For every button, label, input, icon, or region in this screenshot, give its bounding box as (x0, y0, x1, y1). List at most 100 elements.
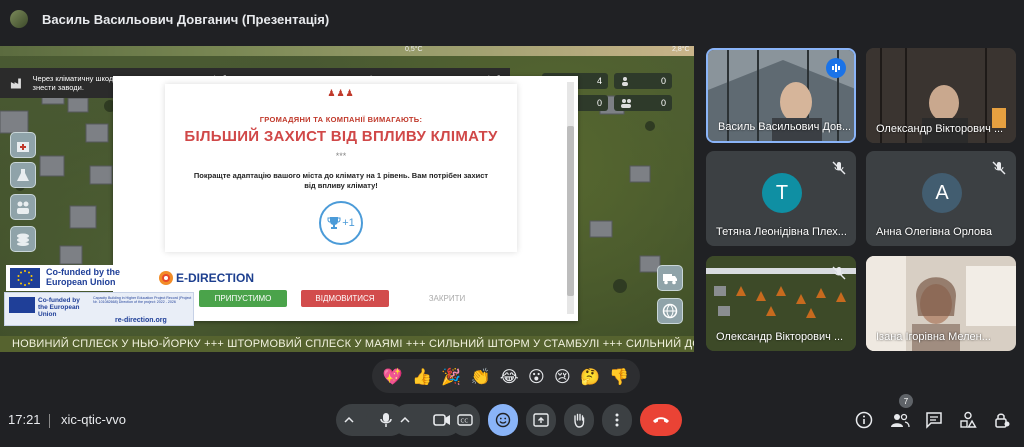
more-vertical-icon (615, 413, 619, 427)
participant-name: Тетяна Леонідівна Плех... (716, 226, 847, 238)
activities-button[interactable] (957, 409, 979, 431)
project-url[interactable]: re-direction.org (115, 317, 167, 324)
e-direction-text: E-DIRECTION (176, 271, 254, 285)
truck-icon (663, 274, 677, 285)
accept-button[interactable]: ПРИПУСТИМО (199, 290, 287, 307)
eu-banner-text: Co-funded by the European Union (38, 297, 80, 319)
people-button[interactable] (889, 409, 911, 431)
present-screen-icon (533, 413, 549, 427)
participant-tile[interactable]: T Тетяна Леонідівна Плех... (706, 151, 856, 246)
event-kicker: ГРОМАДЯНИ ТА КОМПАНІЇ ВИМАГАЮТЬ: (259, 115, 423, 124)
reaction-laugh[interactable]: 😂 (500, 367, 519, 386)
lock-person-icon (995, 413, 1010, 428)
chevron-up-icon[interactable] (400, 415, 410, 425)
news-ticker: НОВИНИЙ СПЛЕСК У НЬЮ-ЙОРКУ +++ ШТОРМОВИЙ… (0, 336, 694, 352)
chat-icon (926, 412, 942, 429)
host-controls-button[interactable] (991, 409, 1013, 431)
hospital-button[interactable] (10, 132, 36, 158)
decline-button[interactable]: ВІДМОВИТИСЯ (301, 290, 389, 307)
activities-icon (960, 411, 977, 428)
present-button[interactable] (526, 404, 556, 436)
participant-count-badge: 7 (899, 394, 913, 408)
presenter-avatar (10, 10, 28, 28)
reaction-thumbs-down[interactable]: 👎 (609, 367, 629, 386)
reaction-sad[interactable]: 😢 (554, 367, 571, 386)
transport-button[interactable] (657, 265, 683, 291)
reaction-heart[interactable]: 💖 (383, 367, 403, 386)
chevron-up-icon[interactable] (344, 415, 354, 425)
participant-name: Василь Васильович Дов... (718, 121, 850, 133)
top-bar: Василь Васильович Довганич (Презентація) (0, 0, 1024, 38)
trophy-icon (327, 217, 341, 230)
hospital-icon (17, 142, 29, 152)
leave-call-button[interactable] (640, 404, 682, 436)
eu-flag-icon (9, 297, 35, 313)
stat-value: 0 (596, 98, 602, 108)
temperature-label: 0,5°C (405, 46, 423, 53)
citizens-icon (17, 201, 29, 214)
e-direction-mark-icon (159, 271, 173, 285)
presenter-title: Василь Васильович Довганич (Презентація) (42, 11, 330, 27)
captions-button[interactable]: CC (450, 404, 480, 436)
money-button[interactable] (10, 226, 36, 252)
speaking-indicator-icon (826, 58, 846, 78)
close-button[interactable]: ЗАКРИТИ (403, 290, 491, 307)
stat-box: 0 (614, 95, 672, 111)
e-direction-logo: E-DIRECTION (154, 267, 266, 289)
emoji-button[interactable] (488, 404, 518, 436)
factory-icon (10, 78, 21, 89)
svg-text:CC: CC (461, 419, 469, 425)
clock: 17:21 (8, 412, 41, 427)
participant-tile[interactable]: Василь Васильович Дов... (706, 48, 856, 143)
captions-icon: CC (457, 414, 473, 426)
coins-icon (17, 233, 29, 246)
bottom-toolbar: 17:21 xic-qtic-vvo CC (0, 400, 1024, 447)
raise-hand-button[interactable] (564, 404, 594, 436)
globe-icon (662, 303, 678, 319)
eu-project-banner: Co-funded by the European Union Capacity… (4, 292, 194, 326)
participant-name: Анна Олегівна Орлова (876, 226, 992, 238)
temperature-bar (0, 46, 694, 56)
reaction-clap[interactable]: 👏 (471, 367, 491, 386)
mic-off-icon (992, 161, 1006, 175)
reaction-party[interactable]: 🎉 (441, 367, 461, 386)
dialog-scrollbar-thumb[interactable] (567, 126, 574, 296)
stat-box: 0 (614, 73, 672, 89)
globe-button[interactable] (657, 298, 683, 324)
person-icon (622, 77, 628, 86)
dialog-actions: ПРИПУСТИМО ВІДМОВИТИСЯ ЗАКРИТИ (199, 290, 491, 307)
participant-tile[interactable]: A Анна Олегівна Орлова (866, 151, 1016, 246)
people-icon (891, 413, 910, 428)
emoji-icon (495, 412, 511, 428)
microphone-icon (380, 413, 392, 427)
mic-off-icon (832, 161, 846, 175)
citizens-icon: ♟♟♟ (327, 88, 355, 98)
lab-button[interactable] (10, 162, 36, 188)
people-icon (621, 99, 631, 108)
participant-avatar: A (922, 173, 962, 213)
meeting-details-button[interactable] (853, 409, 875, 431)
more-options-button[interactable] (602, 404, 632, 436)
reactions-bar: 💖 👍 🎉 👏 😂 😮 😢 🤔 👎 (372, 359, 640, 393)
meet-window: Василь Васильович Довганич (Презентація)… (0, 0, 1024, 447)
reaction-surprised[interactable]: 😮 (528, 367, 545, 386)
participant-tile[interactable]: Олександр Вікторович ... (706, 256, 856, 351)
camera-icon (433, 414, 450, 426)
reward-value: +1 (342, 217, 355, 230)
hand-icon (574, 413, 585, 428)
chat-button[interactable] (923, 409, 945, 431)
reaction-thinking[interactable]: 🤔 (580, 367, 600, 386)
event-heading: БІЛЬШИЙ ЗАХИСТ ВІД ВПЛИВУ КЛІМАТУ (184, 128, 498, 145)
participant-tile[interactable]: Олександр Вікторович ... (866, 48, 1016, 143)
project-info-text: Capacity Building in Higher Education Pr… (93, 296, 192, 305)
eu-flag-icon (10, 268, 40, 288)
participant-avatar: T (762, 173, 802, 213)
reaction-thumbs-up[interactable]: 👍 (412, 367, 432, 386)
hang-up-icon (653, 417, 669, 423)
stat-value: 0 (660, 76, 666, 86)
mic-off-icon (832, 266, 846, 280)
citizens-button[interactable] (10, 194, 36, 220)
meeting-code: xic-qtic-vvo (61, 412, 127, 427)
participant-tile[interactable]: Ізана Ігорівна Мелен... (866, 256, 1016, 351)
event-description: Покращте адаптацію вашого міста до кліма… (193, 171, 489, 191)
